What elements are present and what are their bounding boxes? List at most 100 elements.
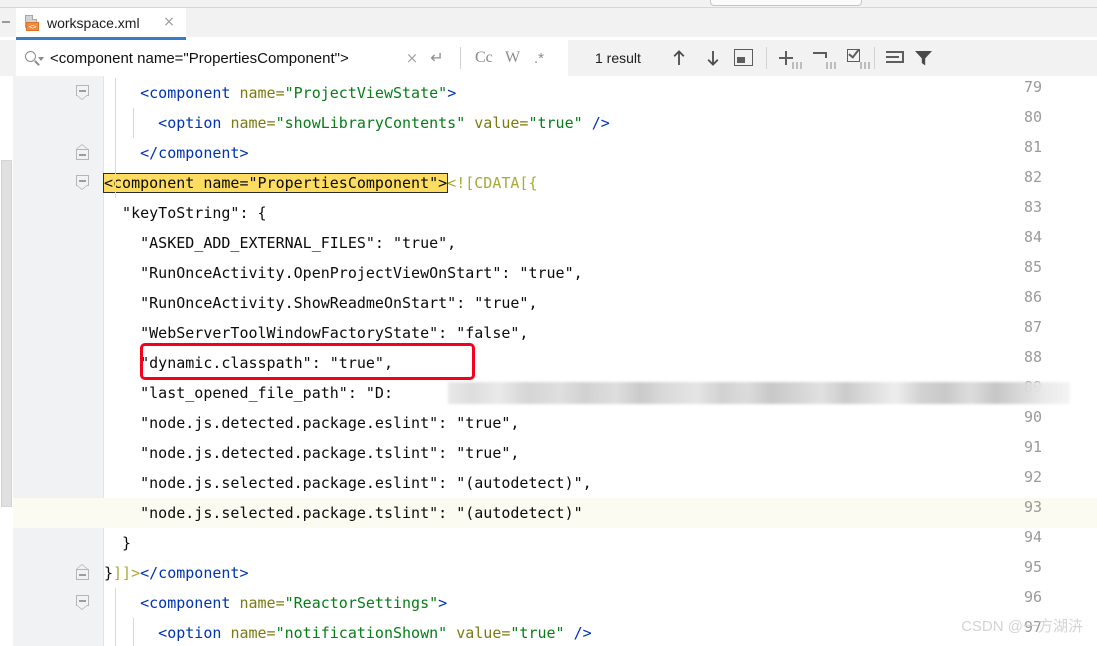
- clear-search-icon[interactable]: ×: [404, 50, 420, 66]
- code-token: "node.js.selected.package.tslint": "(aut…: [104, 504, 583, 522]
- prev-occurrence-icon[interactable]: [669, 48, 689, 68]
- code-token: name=: [239, 594, 285, 612]
- redacted-path-region: [448, 382, 1070, 404]
- editor-tab-bar: <> workspace.xml ×: [0, 8, 1097, 40]
- code-editor[interactable]: 79808182838485868788899091929394959697 <…: [0, 76, 1097, 646]
- top-cut-off-field[interactable]: [710, 0, 862, 6]
- code-line[interactable]: </component>: [104, 138, 1097, 168]
- code-token: "RunOnceActivity.OpenProjectViewOnStart"…: [104, 264, 583, 282]
- code-line[interactable]: "keyToString": {: [104, 198, 1097, 228]
- code-token: "true": [510, 624, 574, 642]
- code-token: value=: [456, 624, 511, 642]
- code-line[interactable]: "node.js.selected.package.eslint": "(aut…: [104, 468, 1097, 498]
- xml-badge: <>: [26, 21, 39, 31]
- code-token: }: [104, 534, 132, 552]
- code-token: </component>: [104, 144, 249, 162]
- code-token: "true": [528, 114, 592, 132]
- fold-down-icon[interactable]: [76, 175, 89, 190]
- toolbar-divider-3: [874, 47, 875, 69]
- open-in-find-window-icon[interactable]: [886, 49, 906, 67]
- indent-guide: [115, 138, 116, 168]
- whole-words-toggle[interactable]: W: [505, 49, 520, 67]
- code-line[interactable]: "RunOnceActivity.OpenProjectViewOnStart"…: [104, 258, 1097, 288]
- indent-guide: [133, 618, 135, 646]
- code-token: />: [573, 624, 592, 642]
- code-token: ]]>: [113, 564, 141, 582]
- code-token: "ProjectViewState": [284, 84, 448, 102]
- code-token: "notificationShown": [275, 624, 457, 642]
- fold-up-icon[interactable]: [76, 144, 89, 160]
- next-occurrence-icon[interactable]: [703, 48, 723, 68]
- code-token: "ReactorSettings": [284, 594, 439, 612]
- match-case-toggle[interactable]: Cc: [475, 49, 493, 67]
- code-line[interactable]: "WebServerToolWindowFactoryState": "fals…: [104, 318, 1097, 348]
- code-token: "WebServerToolWindowFactoryState": "fals…: [104, 324, 529, 342]
- code-token: value=: [474, 114, 529, 132]
- indent-guide: [133, 108, 135, 138]
- code-line[interactable]: }: [104, 528, 1097, 558]
- code-token: "node.js.detected.package.tslint": "true…: [104, 444, 520, 462]
- code-line[interactable]: <component name="ReactorSettings">: [104, 588, 1097, 618]
- code-token: name=: [230, 624, 276, 642]
- code-token: <option: [104, 624, 231, 642]
- code-token: <![CDATA[{: [447, 174, 538, 192]
- fold-down-icon[interactable]: [76, 85, 89, 100]
- editor-window: <> workspace.xml × <component name="Prop…: [0, 0, 1097, 646]
- search-match-highlight: <component name="PropertiesComponent">: [102, 173, 449, 193]
- indent-guide: [115, 108, 116, 138]
- code-content[interactable]: <component name="ProjectViewState"> <opt…: [102, 76, 1097, 646]
- code-token: >: [438, 594, 448, 612]
- code-line[interactable]: "ASKED_ADD_EXTERNAL_FILES": "true",: [104, 228, 1097, 258]
- regex-toggle[interactable]: .*: [534, 50, 544, 67]
- vertical-scrollbar[interactable]: [0, 76, 13, 646]
- fold-up-icon[interactable]: [76, 564, 89, 580]
- code-token: "ASKED_ADD_EXTERNAL_FILES": "true",: [104, 234, 457, 252]
- select-all-occurrences-2-icon[interactable]: [846, 46, 870, 69]
- code-line[interactable]: <component name="PropertiesComponent"><!…: [102, 168, 1097, 198]
- indent-guide: [115, 168, 116, 198]
- indent-guide: [115, 588, 116, 618]
- tab-scroll-indicator: [2, 21, 10, 23]
- xml-file-icon: <>: [24, 14, 40, 31]
- toolbar-divider-2: [766, 47, 767, 69]
- code-token: />: [591, 114, 610, 132]
- close-icon[interactable]: ×: [162, 15, 176, 29]
- code-token: name=: [239, 84, 285, 102]
- code-line[interactable]: <option name="showLibraryContents" value…: [104, 108, 1097, 138]
- code-line[interactable]: "node.js.selected.package.tslint": "(aut…: [104, 498, 1097, 528]
- vertical-scrollbar-thumb[interactable]: [1, 160, 12, 507]
- code-token: "showLibraryContents": [275, 114, 475, 132]
- code-token: "node.js.detected.package.eslint": "true…: [104, 414, 520, 432]
- search-history-icon[interactable]: ↵: [428, 49, 446, 67]
- code-token: "RunOnceActivity.ShowReadmeOnStart": "tr…: [104, 294, 538, 312]
- remove-occurrence-icon[interactable]: [812, 48, 836, 69]
- watermark: CSDN @一方湖泋: [961, 618, 1083, 635]
- code-line[interactable]: <option name="notificationShown" value="…: [104, 618, 1097, 646]
- editor-tab-workspace-xml[interactable]: <> workspace.xml ×: [16, 8, 186, 37]
- filter-icon[interactable]: [914, 49, 933, 67]
- code-token: </component>: [140, 564, 249, 582]
- code-token: "last_opened_file_path": "D:: [104, 384, 393, 402]
- code-token: }: [104, 564, 114, 582]
- top-toolbar-strip: [0, 0, 1097, 8]
- indent-guide: [115, 78, 116, 108]
- result-count: 1 result: [595, 50, 641, 66]
- code-line[interactable]: "RunOnceActivity.ShowReadmeOnStart": "tr…: [104, 288, 1097, 318]
- search-icon[interactable]: [24, 49, 46, 67]
- add-occurrence-icon[interactable]: [778, 48, 802, 69]
- code-token: name=: [230, 114, 276, 132]
- code-token: "keyToString": {: [104, 204, 267, 222]
- code-token: "node.js.selected.package.eslint": "(aut…: [104, 474, 592, 492]
- select-all-occurrences-icon[interactable]: [734, 49, 753, 67]
- code-token: >: [447, 84, 457, 102]
- code-line[interactable]: <component name="ProjectViewState">: [104, 78, 1097, 108]
- code-line[interactable]: "node.js.detected.package.eslint": "true…: [104, 408, 1097, 438]
- code-token: <component: [104, 84, 240, 102]
- find-toolbar: <component name="PropertiesComponent"> ×…: [0, 40, 1097, 116]
- code-line[interactable]: "dynamic.classpath": "true",: [104, 348, 1097, 378]
- fold-down-icon[interactable]: [76, 595, 89, 610]
- tab-title: workspace.xml: [47, 14, 140, 31]
- code-line[interactable]: }]]></component>: [104, 558, 1097, 588]
- line-number-gutter: [13, 76, 104, 646]
- code-line[interactable]: "node.js.detected.package.tslint": "true…: [104, 438, 1097, 468]
